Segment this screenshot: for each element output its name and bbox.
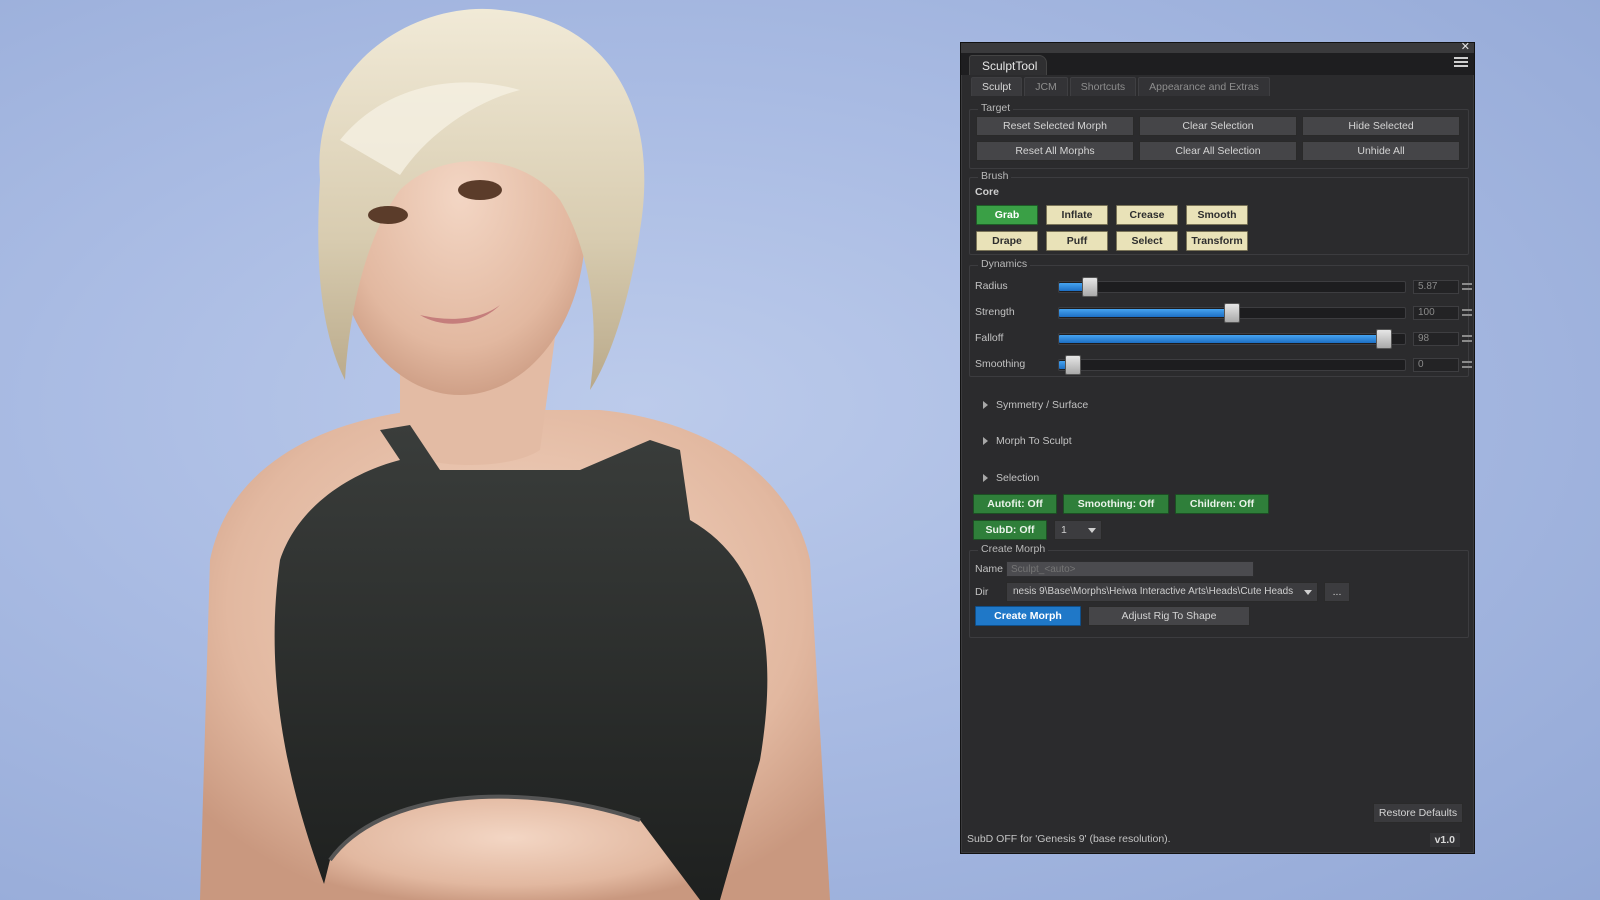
expand-arrow-icon bbox=[983, 401, 988, 410]
target-group: Target Reset Selected Morph Clear Select… bbox=[969, 102, 1469, 169]
smoothing-spinner-icon[interactable] bbox=[1460, 358, 1474, 372]
tab-bar: Sculpt JCM Shortcuts Appearance and Extr… bbox=[971, 77, 1272, 97]
name-label: Name bbox=[975, 563, 1004, 575]
chevron-down-icon bbox=[1088, 528, 1096, 533]
smoothing-slider[interactable] bbox=[1058, 355, 1406, 375]
radius-slider[interactable] bbox=[1058, 277, 1406, 297]
strength-slider[interactable] bbox=[1058, 303, 1406, 323]
smoothing-label: Smoothing bbox=[975, 358, 1026, 370]
create-morph-title: Create Morph bbox=[978, 543, 1049, 555]
tab-appearance[interactable]: Appearance and Extras bbox=[1138, 77, 1270, 96]
symmetry-surface-section[interactable]: Symmetry / Surface bbox=[983, 399, 1088, 411]
window-title-tab[interactable]: SculptTool bbox=[969, 55, 1047, 75]
brush-grab-button[interactable]: Grab bbox=[976, 205, 1038, 225]
brush-smooth-button[interactable]: Smooth bbox=[1186, 205, 1248, 225]
hide-selected-button[interactable]: Hide Selected bbox=[1302, 116, 1460, 136]
morph-dir-value: nesis 9\Base\Morphs\Heiwa Interactive Ar… bbox=[1013, 586, 1294, 597]
brush-drape-button[interactable]: Drape bbox=[976, 231, 1038, 251]
brush-crease-button[interactable]: Crease bbox=[1116, 205, 1178, 225]
create-morph-button[interactable]: Create Morph bbox=[975, 606, 1081, 626]
clear-all-selection-button[interactable]: Clear All Selection bbox=[1139, 141, 1297, 161]
brush-group: Brush Core Grab Inflate Crease Smooth Dr… bbox=[969, 170, 1469, 255]
status-text: SubD OFF for 'Genesis 9' (base resolutio… bbox=[967, 833, 1171, 845]
autofit-toggle[interactable]: Autofit: Off bbox=[973, 494, 1057, 514]
strength-slider-fill bbox=[1059, 309, 1232, 317]
restore-defaults-button[interactable]: Restore Defaults bbox=[1373, 803, 1463, 823]
falloff-slider-fill bbox=[1059, 335, 1385, 343]
adjust-rig-to-shape-button[interactable]: Adjust Rig To Shape bbox=[1088, 606, 1250, 626]
create-morph-group: Create Morph Name Dir nesis 9\Base\Morph… bbox=[969, 543, 1469, 638]
selection-label: Selection bbox=[996, 472, 1040, 484]
falloff-label: Falloff bbox=[975, 332, 1004, 344]
brush-puff-button[interactable]: Puff bbox=[1046, 231, 1108, 251]
chevron-down-icon bbox=[1304, 590, 1312, 595]
morph-name-input[interactable] bbox=[1006, 561, 1254, 577]
title-row: SculptTool bbox=[961, 53, 1474, 75]
subd-level-value: 1 bbox=[1061, 524, 1067, 536]
smoothing-value-field[interactable]: 0 bbox=[1413, 358, 1459, 372]
sculpt-tool-panel: ✕ SculptTool Sculpt JCM Shortcuts Appear… bbox=[960, 41, 1475, 854]
viewport[interactable] bbox=[0, 0, 960, 900]
unhide-all-button[interactable]: Unhide All bbox=[1302, 141, 1460, 161]
panel-drag-bar[interactable]: ✕ bbox=[961, 41, 1474, 53]
dynamics-title: Dynamics bbox=[978, 258, 1031, 270]
selection-section[interactable]: Selection bbox=[983, 472, 1039, 484]
dir-label: Dir bbox=[975, 586, 989, 598]
reset-all-morphs-button[interactable]: Reset All Morphs bbox=[976, 141, 1134, 161]
brush-transform-button[interactable]: Transform bbox=[1186, 231, 1248, 251]
falloff-value-field[interactable]: 98 bbox=[1413, 332, 1459, 346]
dynamics-group: Dynamics Radius 5.87 Strength 100 Fallof… bbox=[969, 258, 1472, 377]
subd-level-dropdown[interactable]: 1 bbox=[1054, 520, 1102, 540]
clear-selection-button[interactable]: Clear Selection bbox=[1139, 116, 1297, 136]
target-title: Target bbox=[978, 102, 1014, 114]
morph-to-sculpt-section[interactable]: Morph To Sculpt bbox=[983, 435, 1072, 447]
menu-icon[interactable] bbox=[1454, 57, 1468, 69]
brush-title: Brush bbox=[978, 170, 1012, 182]
morph-to-sculpt-label: Morph To Sculpt bbox=[996, 435, 1072, 447]
radius-label: Radius bbox=[975, 280, 1008, 292]
falloff-slider-handle[interactable] bbox=[1376, 329, 1393, 349]
children-toggle[interactable]: Children: Off bbox=[1175, 494, 1269, 514]
brush-select-button[interactable]: Select bbox=[1116, 231, 1178, 251]
strength-slider-handle[interactable] bbox=[1224, 303, 1240, 323]
symmetry-surface-label: Symmetry / Surface bbox=[996, 399, 1089, 411]
tab-shortcuts[interactable]: Shortcuts bbox=[1069, 77, 1137, 96]
radius-slider-handle[interactable] bbox=[1082, 277, 1099, 297]
expand-arrow-icon bbox=[983, 474, 988, 483]
brush-inflate-button[interactable]: Inflate bbox=[1046, 205, 1108, 225]
browse-dir-button[interactable]: ... bbox=[1324, 582, 1350, 602]
smoothing-slider-handle[interactable] bbox=[1064, 355, 1081, 375]
radius-value-field[interactable]: 5.87 bbox=[1413, 280, 1459, 294]
core-label: Core bbox=[975, 186, 999, 198]
tab-jcm[interactable]: JCM bbox=[1024, 77, 1068, 96]
character-render bbox=[200, 8, 830, 900]
close-icon[interactable]: ✕ bbox=[1461, 41, 1470, 53]
reset-selected-morph-button[interactable]: Reset Selected Morph bbox=[976, 116, 1134, 136]
strength-value-field[interactable]: 100 bbox=[1413, 306, 1459, 320]
strength-spinner-icon[interactable] bbox=[1460, 306, 1474, 320]
morph-dir-dropdown[interactable]: nesis 9\Base\Morphs\Heiwa Interactive Ar… bbox=[1006, 582, 1318, 602]
tab-sculpt[interactable]: Sculpt bbox=[971, 77, 1023, 96]
falloff-spinner-icon[interactable] bbox=[1460, 332, 1474, 346]
radius-spinner-icon[interactable] bbox=[1460, 280, 1474, 294]
falloff-slider[interactable] bbox=[1058, 329, 1406, 349]
smoothing-toggle[interactable]: Smoothing: Off bbox=[1063, 494, 1169, 514]
version-badge: v1.0 bbox=[1429, 833, 1460, 847]
subd-toggle[interactable]: SubD: Off bbox=[973, 520, 1047, 540]
strength-label: Strength bbox=[975, 306, 1015, 318]
expand-arrow-icon bbox=[983, 437, 988, 446]
